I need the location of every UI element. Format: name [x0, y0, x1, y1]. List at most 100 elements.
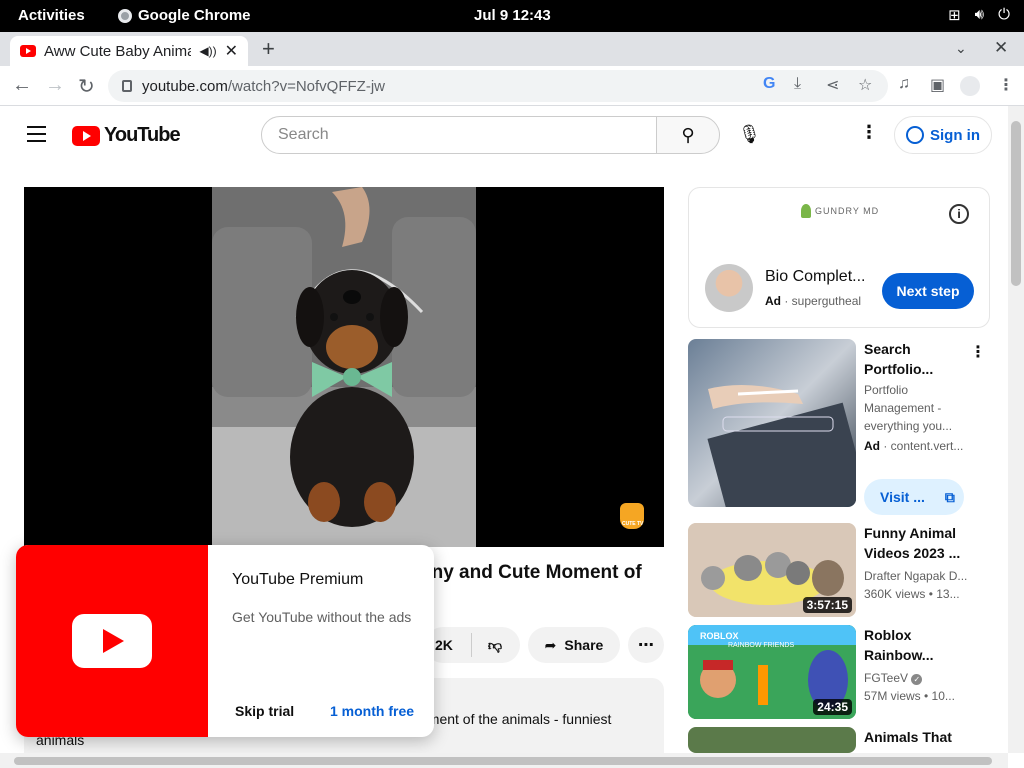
sign-in-button[interactable]: Sign in	[894, 116, 992, 154]
svg-text:RAINBOW FRIENDS: RAINBOW FRIENDS	[728, 642, 794, 649]
install-app-icon[interactable]: ⤓	[794, 75, 801, 93]
ad-title[interactable]: Bio Complet...	[765, 268, 865, 286]
sidebar-thumbnail[interactable]: 3:57:15	[688, 523, 856, 617]
youtube-header: YouTube Search ⚲ 🎙︎ ⋮ Sign in	[0, 106, 1008, 164]
sidebar-item-title-2: Portfolio...	[864, 361, 934, 377]
share-button[interactable]: ➦ Share	[528, 627, 620, 663]
sidebar-item-menu-icon[interactable]: ⋮	[970, 342, 986, 362]
back-button[interactable]: ←	[12, 74, 32, 97]
sidebar-item-title: Animals That	[864, 729, 952, 745]
share-icon[interactable]: ⋖	[826, 75, 839, 95]
bookmark-star-icon[interactable]: ☆	[858, 75, 872, 95]
sidebar-item[interactable]: Roblox Rainbow... FGTeeV ✓ 57M views • 1…	[864, 625, 974, 705]
sidebar-item[interactable]: Funny Animal Videos 2023 ... Drafter Nga…	[864, 523, 974, 603]
next-step-button[interactable]: Next step	[882, 273, 974, 309]
ad-badge: Ad	[765, 294, 781, 308]
lock-icon[interactable]	[122, 80, 132, 92]
ad-advertiser: supergutheal	[791, 294, 862, 308]
google-lens-icon[interactable]: G	[763, 75, 775, 93]
ad-info-icon[interactable]: i	[949, 204, 969, 224]
dislike-icon[interactable]: 👎︎	[488, 637, 502, 654]
visit-site-button[interactable]: Visit ... ⧉	[864, 479, 964, 515]
description-text-line1: oment of the animals - funniest	[420, 711, 612, 727]
scrollbar-thumb[interactable]	[1011, 121, 1021, 286]
search-button[interactable]: ⚲	[656, 116, 720, 154]
laptop-hand-image	[707, 385, 856, 507]
browser-toolbar: ← → ↻ youtube.com/watch?v=NofvQFFZ-jw G …	[0, 66, 1024, 106]
advertiser-avatar	[705, 264, 753, 312]
companion-ad-card[interactable]: GUNDRY MD i Bio Complet... Ad · supergut…	[688, 187, 990, 328]
premium-promo-image	[16, 545, 208, 737]
vertical-scrollbar[interactable]	[1008, 106, 1024, 753]
youtube-logo[interactable]: YouTube	[72, 124, 181, 147]
sidebar-thumbnail[interactable]	[688, 339, 856, 507]
sidebar-thumbnail[interactable]	[688, 727, 856, 753]
media-controls-icon[interactable]: ♫	[898, 75, 910, 93]
search-input[interactable]: Search	[261, 116, 657, 154]
sidebar-item-desc-2: Management -	[864, 401, 942, 415]
account-icon	[906, 126, 924, 144]
power-icon: ⏻	[998, 6, 1010, 23]
sidebar-item-title: Roblox	[864, 627, 912, 643]
leaf-icon	[801, 204, 811, 218]
close-tab-icon[interactable]: ✕	[225, 41, 238, 61]
close-window-button[interactable]: ✕	[994, 38, 1008, 58]
video-duration: 24:35	[813, 699, 852, 715]
sidebar-item[interactable]: Animals That	[864, 727, 974, 753]
chrome-menu-icon[interactable]: ⋮	[998, 75, 1014, 95]
system-tray[interactable]: ⊞ 🔊︎ ⏻	[948, 6, 1010, 24]
sidebar-item-title-2: Videos 2023 ...	[864, 545, 961, 561]
url-domain: youtube.com	[142, 77, 228, 95]
one-month-free-button[interactable]: 1 month free	[330, 703, 414, 719]
scrollbar-thumb[interactable]	[14, 757, 992, 765]
tab-search-button[interactable]: ⌄	[955, 40, 967, 57]
chrome-icon	[118, 8, 132, 23]
ad-source: content.vert...	[890, 439, 964, 453]
menu-hamburger-icon[interactable]	[27, 126, 46, 147]
premium-promo-dialog: YouTube Premium Get YouTube without the …	[16, 545, 434, 737]
clock[interactable]: Jul 9 12:43	[474, 7, 551, 24]
horizontal-scrollbar[interactable]	[0, 753, 1008, 768]
sidebar-item-desc: Portfolio	[864, 383, 909, 397]
settings-more-icon[interactable]: ⋮	[860, 122, 878, 143]
visit-label: Visit ...	[880, 489, 925, 505]
channel-name-text: FGTeeV	[864, 671, 909, 685]
like-dislike-group[interactable]: 2K 👎︎	[425, 627, 520, 663]
more-actions-button[interactable]: ⋯	[628, 627, 664, 663]
app-name-label: Google Chrome	[138, 7, 251, 24]
browser-tab[interactable]: Aww Cute Baby Animals ◀)) ✕	[10, 36, 248, 66]
external-link-icon: ⧉	[944, 488, 955, 505]
forward-button[interactable]: →	[45, 74, 65, 97]
youtube-wordmark: YouTube	[104, 124, 181, 146]
sidebar-thumbnail[interactable]: ROBLOX RAINBOW FRIENDS 24:35	[688, 625, 856, 719]
channel-name: FGTeeV ✓	[864, 669, 974, 687]
skip-trial-button[interactable]: Skip trial	[235, 703, 294, 719]
youtube-favicon-icon	[20, 45, 36, 57]
voice-search-icon[interactable]: 🎙︎	[738, 124, 761, 145]
sidebar-item-title-2: Rainbow...	[864, 647, 934, 663]
activities-button[interactable]: Activities	[18, 7, 85, 24]
advertiser-logo: GUNDRY MD	[801, 204, 879, 218]
new-tab-button[interactable]: +	[262, 36, 275, 62]
app-menu[interactable]: Google Chrome	[118, 7, 251, 24]
share-label: Share	[564, 637, 604, 653]
profile-avatar-icon[interactable]	[960, 76, 980, 96]
advertiser-brand: GUNDRY MD	[815, 206, 880, 216]
reload-button[interactable]: ↻	[78, 74, 95, 99]
system-top-bar: Activities Google Chrome Jul 9 12:43 ⊞ 🔊…	[0, 0, 1024, 32]
audio-playing-icon[interactable]: ◀))	[199, 44, 216, 58]
video-stats: 57M views • 10...	[864, 689, 955, 703]
channel-watermark-logo[interactable]: CUTE TV	[620, 503, 644, 529]
side-panel-icon[interactable]: ▣	[930, 75, 945, 95]
promo-subtitle: Get YouTube without the ads	[232, 609, 412, 625]
video-player[interactable]: CUTE TV	[24, 187, 664, 547]
sidebar-item[interactable]: Search Portfolio... Portfolio Management…	[864, 339, 974, 453]
like-divider	[470, 633, 472, 657]
verified-icon: ✓	[911, 674, 923, 685]
youtube-logo-icon	[72, 614, 152, 668]
sign-in-label: Sign in	[930, 126, 980, 144]
ad-meta: Ad · supergutheal	[765, 294, 862, 308]
search-icon: ⚲	[681, 124, 695, 145]
like-count[interactable]: 2K	[435, 637, 453, 653]
sidebar-item-desc-3: everything you...	[864, 419, 953, 433]
